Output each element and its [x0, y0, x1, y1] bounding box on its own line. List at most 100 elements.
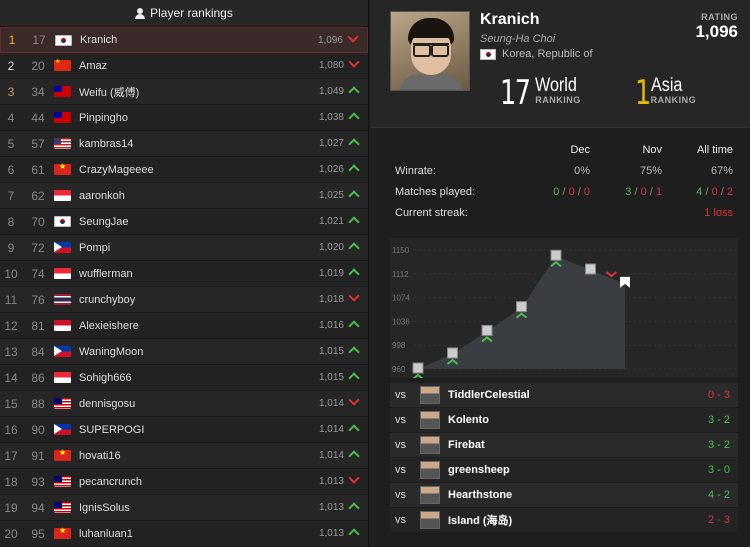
asia-rank-label: Asia [650, 75, 683, 96]
ranking-row[interactable]: 5 57 kambras14 1,027 [0, 131, 368, 157]
country-flag-icon [54, 294, 71, 305]
ranking-row[interactable]: 2 20 Amaz 1,080 [0, 53, 368, 79]
ranking-row[interactable]: 8 70 SeungJae 1,021 [0, 209, 368, 235]
match-row[interactable]: vs Island (海岛) 2 - 3 [390, 508, 738, 532]
player-name-link[interactable]: crunchyboy [79, 294, 304, 306]
opponent-name[interactable]: Kolento [448, 414, 680, 426]
world-rank: 95 [31, 526, 45, 541]
match-row[interactable]: vs Kolento 3 - 2 [390, 408, 738, 432]
player-name-link[interactable]: SeungJae [79, 216, 304, 228]
ranking-row[interactable]: 14 86 Sohigh666 1,015 [0, 365, 368, 391]
player-rating: 1,027 [318, 138, 344, 149]
player-name-link[interactable]: IgnisSolus [79, 502, 304, 514]
player-rating: 1,019 [318, 268, 344, 279]
country-flag-icon [54, 58, 71, 71]
ranking-row[interactable]: 1 17 Kranich 1,096 [0, 27, 368, 53]
opponent-name[interactable]: Hearthstone [448, 489, 680, 501]
asia-ranking: 1 Asia RANKING [635, 76, 696, 110]
ranking-row[interactable]: 16 90 SUPERPOGI 1,014 [0, 417, 368, 443]
ranking-row[interactable]: 4 44 Pinpingho 1,038 [0, 105, 368, 131]
player-name-link[interactable]: Kranich [80, 34, 303, 46]
country-flag-icon [54, 346, 71, 357]
region-rank: 11 [4, 292, 18, 307]
match-row[interactable]: vs greensheep 3 - 0 [390, 458, 738, 482]
stats-col-nov: Nov [642, 144, 662, 156]
player-name-link[interactable]: Pompi [79, 242, 304, 254]
player-rating: 1,096 [317, 34, 343, 46]
region-rank: 9 [7, 240, 15, 255]
region-rank: 3 [7, 84, 15, 99]
ranking-row[interactable]: 15 88 dennisgosu 1,014 [0, 391, 368, 417]
country-flag-icon [54, 162, 71, 175]
match-row[interactable]: vs Firebat 3 - 2 [390, 433, 738, 457]
player-name-link[interactable]: Alexieishere [79, 320, 304, 332]
player-name-link[interactable]: hovati16 [79, 450, 304, 462]
match-row[interactable]: vs Hearthstone 4 - 2 [390, 483, 738, 507]
player-name-link[interactable]: kambras14 [79, 138, 304, 150]
player-name-link[interactable]: Amaz [79, 60, 304, 72]
player-name-link[interactable]: CrazyMageeee [79, 164, 304, 176]
country-flag-icon [54, 502, 71, 513]
player-rating: 1,013 [318, 528, 344, 539]
world-rank-number: 17 [500, 73, 531, 113]
player-rating: 1,020 [318, 242, 344, 253]
country-flag-icon [54, 268, 71, 279]
ranking-row[interactable]: 6 61 CrazyMageeee 1,026 [0, 157, 368, 183]
ranking-row[interactable]: 17 91 hovati16 1,014 [0, 443, 368, 469]
player-detail-panel: Kranich Seung-Ha Choi Korea, Republic of… [370, 0, 750, 547]
world-rank: 72 [31, 240, 45, 255]
country-flag-icon [54, 476, 71, 487]
opponent-name[interactable]: TiddlerCelestial [448, 389, 680, 401]
vs-label: vs [395, 389, 406, 401]
world-rank-label: World [535, 75, 578, 96]
country-flag-icon [54, 320, 71, 331]
ranking-row[interactable]: 19 94 IgnisSolus 1,013 [0, 495, 368, 521]
player-name-link[interactable]: WaningMoon [79, 346, 304, 358]
player-rating: 1,014 [318, 398, 344, 409]
ranking-row[interactable]: 11 76 crunchyboy 1,018 [0, 287, 368, 313]
player-name-link[interactable]: Sohigh666 [79, 372, 304, 384]
ranking-row[interactable]: 20 95 luhanluan1 1,013 [0, 521, 368, 547]
player-name-link[interactable]: Pinpingho [79, 112, 304, 124]
matches-played-label: Matches played: [395, 186, 476, 198]
y-tick-label: 1074 [392, 294, 410, 303]
trend-down-icon [348, 472, 362, 489]
world-rank-sub: RANKING [535, 95, 581, 105]
player-rating: 1,018 [318, 294, 344, 305]
player-name-link[interactable]: Weifu (威傅) [79, 84, 304, 100]
ranking-row[interactable]: 18 93 pecancrunch 1,013 [0, 469, 368, 495]
player-name-link[interactable]: SUPERPOGI [79, 424, 304, 436]
rating-history-chart: 1150 1112 1074 1036 998 960 [370, 238, 750, 380]
opponent-name[interactable]: greensheep [448, 464, 680, 476]
stats-col-alltime: All time [696, 144, 733, 156]
winrate-row: Winrate: 0% 75% 67% [370, 161, 750, 181]
current-streak-row: Current streak: 1 loss [370, 203, 750, 223]
player-name-link[interactable]: wufflerman [79, 268, 304, 280]
rankings-header: Player rankings [0, 0, 368, 27]
match-row[interactable]: vs TiddlerCelestial 0 - 3 [390, 383, 738, 407]
region-rank: 7 [7, 188, 15, 203]
trend-up-icon [348, 344, 362, 359]
world-rank: 93 [31, 474, 45, 489]
ranking-row[interactable]: 13 84 WaningMoon 1,015 [0, 339, 368, 365]
world-rank: 86 [31, 370, 45, 385]
ranking-row[interactable]: 10 74 wufflerman 1,019 [0, 261, 368, 287]
ranking-row[interactable]: 7 62 aaronkoh 1,025 [0, 183, 368, 209]
ranking-row[interactable]: 3 34 Weifu (威傅) 1,049 [0, 79, 368, 105]
opponent-name[interactable]: Firebat [448, 439, 680, 451]
korea-flag-icon [480, 48, 496, 60]
country-flag-icon [54, 190, 71, 201]
ranking-row[interactable]: 9 72 Pompi 1,020 [0, 235, 368, 261]
ranking-row[interactable]: 12 81 Alexieishere 1,016 [0, 313, 368, 339]
player-name-link[interactable]: pecancrunch [79, 476, 304, 488]
player-name-link[interactable]: luhanluan1 [79, 528, 304, 540]
world-rank: 61 [31, 162, 45, 177]
winrate-dec: 0% [574, 165, 590, 177]
user-icon [135, 7, 146, 19]
player-rating: 1,038 [318, 112, 344, 123]
opponent-name[interactable]: Island (海岛) [448, 512, 680, 528]
world-rank: 74 [31, 266, 45, 281]
player-name-link[interactable]: dennisgosu [79, 398, 304, 410]
trend-down-icon [348, 290, 362, 307]
player-name-link[interactable]: aaronkoh [79, 190, 304, 202]
